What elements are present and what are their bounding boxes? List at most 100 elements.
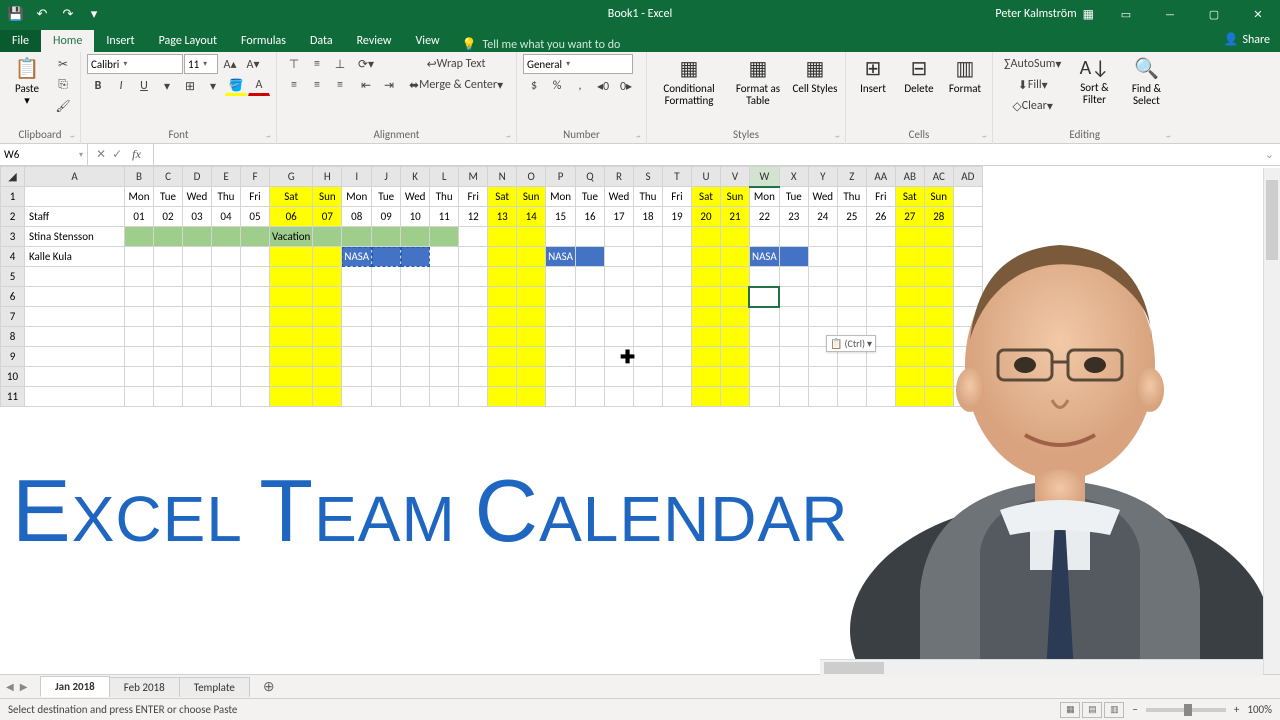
increase-indent-button[interactable]: ⇥ [378,75,400,95]
align-top-button[interactable]: ⊤ [283,54,305,74]
cell[interactable] [372,387,401,407]
cell[interactable] [546,287,576,307]
cell[interactable] [604,227,633,247]
cell[interactable] [488,327,517,347]
column-header[interactable]: U [691,167,720,187]
cell[interactable] [691,347,720,367]
column-header[interactable]: Q [575,167,604,187]
cell[interactable]: 18 [633,207,662,227]
cell[interactable] [154,347,183,367]
column-header[interactable]: K [401,167,430,187]
column-header[interactable]: Y [808,167,837,187]
cell[interactable]: 14 [517,207,546,227]
insert-function-button[interactable]: fx [128,147,145,162]
cell[interactable] [25,347,125,367]
accounting-button[interactable]: $ [523,76,545,96]
cell[interactable] [459,227,488,247]
cell[interactable] [154,327,183,347]
cell[interactable] [25,327,125,347]
cell[interactable]: Fri [662,187,691,207]
find-select-button[interactable]: 🔍Find & Select [1122,54,1170,107]
cell[interactable] [212,367,241,387]
row-header[interactable]: 7 [1,307,25,327]
cell[interactable] [212,307,241,327]
cell[interactable] [691,267,720,287]
fill-button[interactable]: ⬇ Fill ▾ [999,75,1066,95]
cell[interactable] [401,387,430,407]
column-header[interactable]: AD [953,167,982,187]
cell[interactable]: Wed [183,187,212,207]
column-header[interactable]: G [270,167,313,187]
cell[interactable] [691,367,720,387]
cell[interactable] [575,347,604,367]
cell[interactable] [183,367,212,387]
cell[interactable] [25,307,125,327]
cell[interactable] [241,307,270,327]
cell[interactable] [183,287,212,307]
cell[interactable] [517,347,546,367]
cell[interactable]: 20 [691,207,720,227]
font-color-button[interactable]: A [248,76,270,96]
cell[interactable] [430,347,459,367]
tab-review[interactable]: Review [345,30,404,52]
column-header[interactable]: W [749,167,779,187]
cell[interactable] [633,387,662,407]
cell[interactable] [313,367,342,387]
align-center-button[interactable]: ≡ [306,75,328,95]
cell[interactable] [749,287,779,307]
decrease-indent-button[interactable]: ⇤ [355,75,377,95]
cell[interactable] [749,227,779,247]
enter-formula-icon[interactable]: ✓ [112,147,122,162]
cell[interactable] [488,227,517,247]
row-header[interactable]: 3 [1,227,25,247]
cell[interactable] [488,347,517,367]
save-icon[interactable]: 💾 [4,3,28,25]
cell[interactable] [488,387,517,407]
cell[interactable] [241,347,270,367]
cell[interactable]: 04 [212,207,241,227]
cell[interactable] [488,247,517,267]
cell[interactable] [459,247,488,267]
cell[interactable] [241,247,270,267]
cell[interactable]: 03 [183,207,212,227]
cell[interactable] [517,327,546,347]
sheet-nav-next-icon[interactable]: ▶ [20,680,28,693]
cell[interactable] [662,307,691,327]
scroll-thumb[interactable] [824,662,884,674]
cell[interactable] [517,387,546,407]
cell[interactable]: Mon [125,187,154,207]
cancel-formula-icon[interactable]: ✕ [96,147,106,162]
select-all-corner[interactable]: ◢ [1,167,25,187]
cell[interactable] [633,227,662,247]
column-header[interactable]: A [25,167,125,187]
cell[interactable] [749,327,779,347]
zoom-level[interactable]: 100% [1247,703,1272,716]
row-header[interactable]: 2 [1,207,25,227]
cell[interactable]: 05 [241,207,270,227]
cell[interactable]: Wed [604,187,633,207]
cell[interactable] [459,347,488,367]
cell[interactable] [401,227,430,247]
cell[interactable]: Sun [720,187,749,207]
cell[interactable]: NASA [546,247,576,267]
cell[interactable] [372,367,401,387]
cell[interactable] [372,227,401,247]
column-header[interactable]: V [720,167,749,187]
cell[interactable]: 13 [488,207,517,227]
cell[interactable] [313,327,342,347]
cell[interactable] [270,247,313,267]
cell[interactable]: 01 [125,207,154,227]
row-header[interactable]: 10 [1,367,25,387]
name-box[interactable]: W6 [0,144,88,165]
cell[interactable] [662,367,691,387]
cell[interactable] [459,267,488,287]
cell[interactable] [546,227,576,247]
cell[interactable] [575,367,604,387]
cell[interactable] [604,307,633,327]
cell[interactable] [342,367,372,387]
cell[interactable] [401,267,430,287]
cell[interactable] [720,367,749,387]
cell[interactable] [212,267,241,287]
cell[interactable] [662,387,691,407]
vertical-scrollbar[interactable] [1263,168,1280,674]
